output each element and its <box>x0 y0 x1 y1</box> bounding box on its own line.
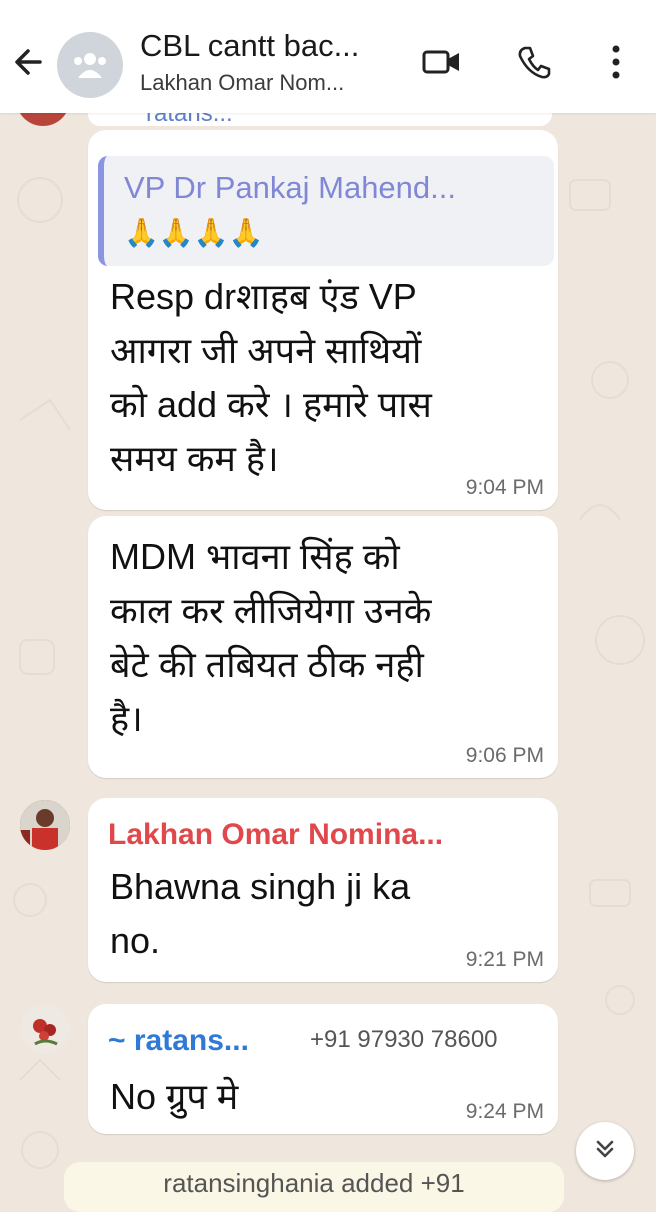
message-bubble[interactable]: Lakhan Omar Nomina... Bhawna singh ji ka… <box>88 798 558 982</box>
sender-name[interactable]: ~ ratans... <box>108 1024 249 1058</box>
system-message: ratansinghania added +91 <box>64 1162 564 1212</box>
sender-name[interactable]: Lakhan Omar Nomina... <box>108 818 443 852</box>
message-line: no. <box>110 920 161 961</box>
quoted-sender-name: VP Dr Pankaj Mahend... <box>124 170 456 205</box>
message-line: काल कर लीजियेगा उनके <box>110 590 432 631</box>
scroll-to-bottom-button[interactable] <box>576 1122 634 1180</box>
message-bubble[interactable]: VP Dr Pankaj Mahend... 🙏🙏🙏🙏 Resp drशाहब … <box>88 130 558 510</box>
double-chevron-down-icon <box>592 1136 618 1167</box>
message-text: No ग्रुप मे <box>110 1070 238 1124</box>
message-line: MDM भावना सिंह को <box>110 536 400 577</box>
message-line: आगरा जी अपने साथियों <box>110 330 422 371</box>
message-text: Resp drशाहब एंड VP आगरा जी अपने साथियों … <box>110 270 432 486</box>
more-vert-icon[interactable] <box>594 42 638 82</box>
message-text: MDM भावना सिंह को काल कर लीजियेगा उनके ब… <box>110 530 431 746</box>
message-bubble[interactable]: ~ ratans... +91 97930 78600 No ग्रुप मे … <box>88 1004 558 1134</box>
message-line: Resp drशाहब एंड VP <box>110 276 417 317</box>
quoted-text: 🙏🙏🙏🙏 <box>124 217 264 248</box>
chat-title: CBL cantt bac... <box>140 28 360 63</box>
chat-title-area[interactable]: CBL cantt bac... Lakhan Omar Nom... <box>140 28 400 96</box>
sender-avatar[interactable] <box>20 800 70 850</box>
chat-members: Lakhan Omar Nom... <box>140 70 345 95</box>
sender-avatar[interactable] <box>20 1004 70 1054</box>
message-text: Bhawna singh ji ka no. <box>110 860 410 968</box>
message-line: No ग्रुप मे <box>110 1076 239 1117</box>
voice-call-icon[interactable] <box>512 42 556 82</box>
back-arrow-icon[interactable] <box>10 42 50 82</box>
message-line: समय कम है। <box>110 438 279 479</box>
message-time: 9:24 PM <box>465 1100 544 1123</box>
message-line: को add करे । हमारे पास <box>110 384 432 425</box>
message-time: 9:04 PM <box>465 476 544 499</box>
sender-phone: +91 97930 78600 <box>310 1026 498 1053</box>
video-call-icon[interactable] <box>420 42 464 82</box>
message-line: Bhawna singh ji ka <box>110 866 411 907</box>
message-time: 9:06 PM <box>465 744 544 767</box>
message-time: 9:21 PM <box>465 948 544 971</box>
message-line: है। <box>110 698 143 739</box>
group-avatar-icon[interactable] <box>57 32 123 98</box>
message-line: बेटे की तबियत ठीक नही <box>110 644 424 685</box>
message-bubble[interactable]: MDM भावना सिंह को काल कर लीजियेगा उनके ब… <box>88 516 558 778</box>
quoted-message[interactable]: VP Dr Pankaj Mahend... 🙏🙏🙏🙏 <box>98 156 554 266</box>
chat-header: CBL cantt bac... Lakhan Omar Nom... <box>0 0 656 113</box>
